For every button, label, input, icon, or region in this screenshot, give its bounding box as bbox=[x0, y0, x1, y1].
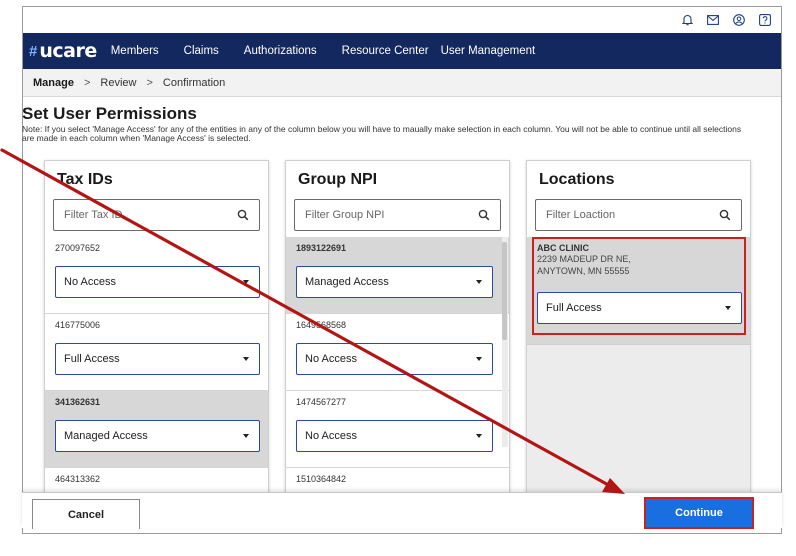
access-value: Managed Access bbox=[305, 276, 389, 288]
chevron-down-icon bbox=[725, 306, 731, 310]
tax-id-value: 341362631 bbox=[55, 397, 101, 407]
ucare-logo[interactable]: # ucare bbox=[29, 40, 97, 62]
list-item: 416775006 Full Access bbox=[45, 314, 268, 391]
help-icon[interactable] bbox=[759, 14, 771, 26]
location-address-line1: 2239 MADEUP DR NE, bbox=[537, 254, 631, 264]
access-dropdown[interactable]: No Access bbox=[296, 343, 493, 375]
access-value: Full Access bbox=[546, 302, 602, 314]
tax-id-value: 464313362 bbox=[55, 474, 101, 484]
nav-members[interactable]: Members bbox=[111, 45, 159, 57]
access-value: No Access bbox=[305, 430, 357, 442]
group-npi-header: Group NPI bbox=[286, 161, 509, 193]
action-footer: Cancel Continue bbox=[22, 492, 782, 529]
chevron-down-icon bbox=[476, 280, 482, 284]
search-icon[interactable] bbox=[237, 209, 249, 221]
logo-grid-icon: # bbox=[29, 42, 38, 60]
access-dropdown[interactable]: No Access bbox=[55, 266, 260, 298]
breadcrumb-review: Review bbox=[100, 76, 137, 89]
access-dropdown[interactable]: Managed Access bbox=[296, 266, 493, 298]
group-npi-filter[interactable] bbox=[294, 199, 501, 231]
bell-icon[interactable] bbox=[681, 14, 693, 26]
group-npi-value: 1893122691 bbox=[296, 243, 347, 253]
access-value: No Access bbox=[305, 353, 357, 365]
breadcrumb-manage: Manage bbox=[33, 76, 74, 89]
group-npi-value: 1649568568 bbox=[296, 320, 347, 330]
group-npi-value: 1474567277 bbox=[296, 397, 347, 407]
tax-id-value: 270097652 bbox=[55, 243, 101, 253]
tax-ids-column: Tax IDs 270097652 No Access 416775006 Fu… bbox=[44, 160, 269, 502]
tax-id-filter[interactable] bbox=[53, 199, 260, 231]
breadcrumb: Manage > Review > Confirmation bbox=[23, 69, 781, 97]
breadcrumb-separator: > bbox=[83, 76, 91, 89]
page-note: Note: If you select 'Manage Access' for … bbox=[22, 124, 742, 143]
scrollbar-thumb[interactable] bbox=[502, 242, 507, 340]
group-npi-column: Group NPI 1893122691 Managed Access 1649… bbox=[285, 160, 510, 502]
nav-authorizations[interactable]: Authorizations bbox=[244, 45, 317, 57]
mail-icon[interactable] bbox=[707, 14, 719, 26]
chevron-down-icon bbox=[243, 280, 249, 284]
search-icon[interactable] bbox=[719, 209, 731, 221]
chevron-down-icon bbox=[476, 357, 482, 361]
list-item: 341362631 Managed Access bbox=[45, 391, 268, 468]
chevron-down-icon bbox=[476, 434, 482, 438]
search-icon[interactable] bbox=[478, 209, 490, 221]
tax-ids-header: Tax IDs bbox=[45, 161, 268, 193]
tax-id-filter-input[interactable] bbox=[64, 209, 214, 221]
page-title: Set User Permissions bbox=[22, 104, 197, 123]
nav-claims[interactable]: Claims bbox=[184, 45, 219, 57]
tax-id-value: 416775006 bbox=[55, 320, 101, 330]
location-name: ABC CLINIC bbox=[537, 243, 589, 253]
account-icon[interactable] bbox=[733, 14, 745, 26]
nav-user-management[interactable]: User Management bbox=[441, 45, 536, 57]
location-filter-input[interactable] bbox=[546, 209, 696, 221]
breadcrumb-separator: > bbox=[146, 76, 153, 89]
list-item: 270097652 No Access bbox=[45, 237, 268, 314]
access-dropdown[interactable]: Managed Access bbox=[55, 420, 260, 452]
group-npi-value: 1510364842 bbox=[296, 474, 347, 484]
breadcrumb-confirmation: Confirmation bbox=[162, 76, 226, 89]
logo-text: ucare bbox=[39, 40, 97, 62]
locations-header: Locations bbox=[527, 161, 750, 193]
list-item: 1474567277 No Access bbox=[286, 391, 509, 468]
list-item: 1649568568 No Access bbox=[286, 314, 509, 391]
list-item: 1893122691 Managed Access bbox=[286, 237, 509, 314]
location-item: ABC CLINIC 2239 MADEUP DR NE, ANYTOWN, M… bbox=[527, 237, 750, 345]
continue-button[interactable]: Continue bbox=[644, 497, 754, 529]
utility-bar bbox=[23, 7, 781, 33]
group-npi-filter-input[interactable] bbox=[305, 209, 455, 221]
access-dropdown[interactable]: No Access bbox=[296, 420, 493, 452]
cancel-button[interactable]: Cancel bbox=[32, 499, 140, 529]
access-value: No Access bbox=[64, 276, 116, 288]
nav-resource-center[interactable]: Resource Center bbox=[342, 45, 429, 57]
locations-column: Locations ABC CLINIC 2239 MADEUP DR NE, … bbox=[526, 160, 751, 502]
access-dropdown[interactable]: Full Access bbox=[55, 343, 260, 375]
access-dropdown[interactable]: Full Access bbox=[537, 292, 742, 324]
chevron-down-icon bbox=[243, 357, 249, 361]
access-value: Full Access bbox=[64, 353, 120, 365]
location-filter[interactable] bbox=[535, 199, 742, 231]
access-value: Managed Access bbox=[64, 430, 148, 442]
chevron-down-icon bbox=[243, 434, 249, 438]
top-navigation: # ucare Members Claims Authorizations Re… bbox=[23, 33, 781, 69]
location-address-line2: ANYTOWN, MN 55555 bbox=[537, 266, 630, 276]
